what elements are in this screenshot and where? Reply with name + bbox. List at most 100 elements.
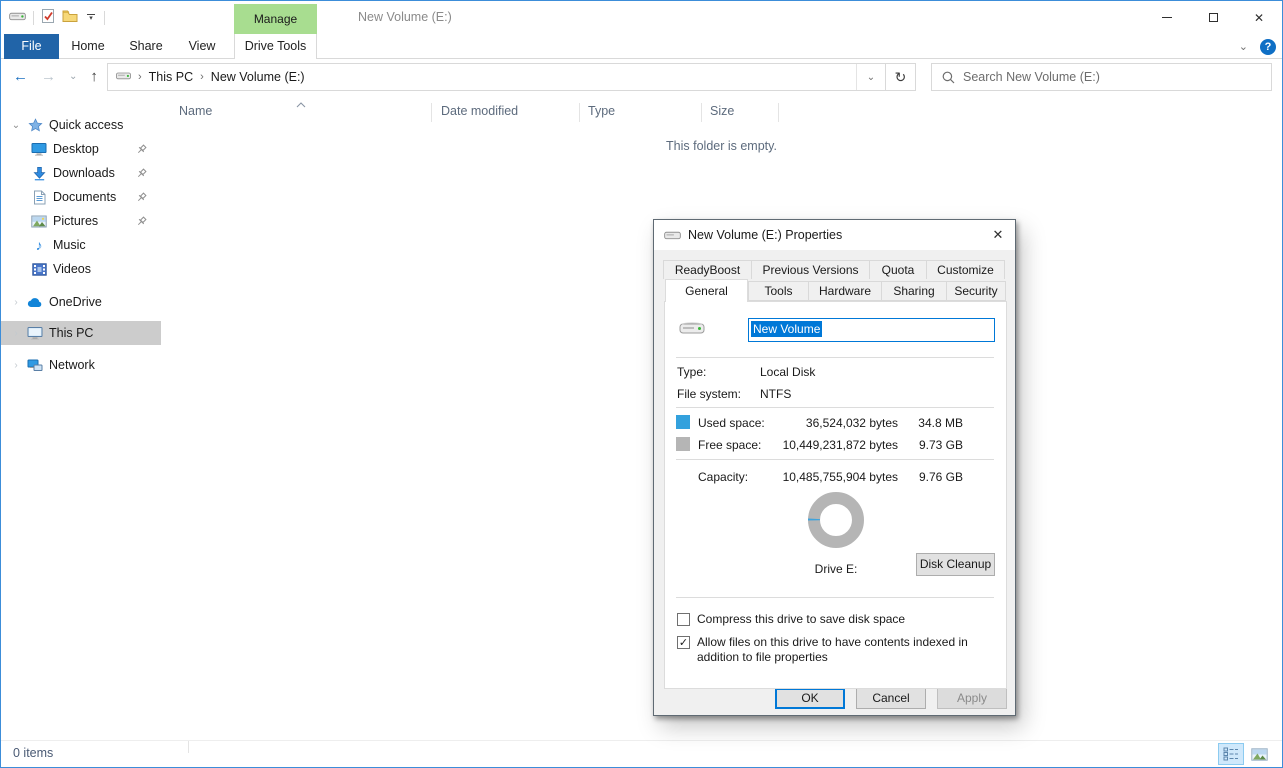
customize-toolbar-dropdown-icon[interactable]: ▾ xyxy=(85,14,97,21)
disk-usage-donut-chart xyxy=(804,488,868,555)
tab-quota[interactable]: Quota xyxy=(869,260,927,279)
up-button[interactable]: ↑ xyxy=(90,68,98,85)
index-checkbox[interactable]: ✓ xyxy=(677,636,690,649)
column-header-size[interactable]: Size xyxy=(710,104,734,118)
type-label: Type: xyxy=(677,365,706,379)
chevron-right-icon[interactable]: › xyxy=(10,328,22,339)
capacity-bytes: 10,485,755,904 bytes xyxy=(778,470,898,484)
dialog-tab-row-front: General Tools Hardware Sharing Security xyxy=(664,279,1007,301)
sidebar-item-music[interactable]: ♪ Music xyxy=(1,233,161,257)
maximize-button[interactable] xyxy=(1190,1,1236,34)
compress-checkbox-row: Compress this drive to save disk space xyxy=(677,612,1005,627)
recent-locations-icon[interactable]: ⌄ xyxy=(69,71,77,82)
details-view-button[interactable] xyxy=(1218,743,1244,765)
tab-general[interactable]: General xyxy=(665,279,748,302)
downloads-icon xyxy=(31,165,47,181)
apply-button: Apply xyxy=(937,688,1007,709)
pin-icon xyxy=(136,144,147,158)
explorer-window: ▾ Manage New Volume (E:) ✕ File Home Sha… xyxy=(0,0,1283,768)
sidebar-item-downloads[interactable]: Downloads xyxy=(1,161,161,185)
this-pc-icon xyxy=(27,325,43,341)
sidebar-item-network[interactable]: › Network xyxy=(1,353,161,377)
chevron-down-icon[interactable]: ⌄ xyxy=(10,120,22,131)
drive-letter-label: Drive E: xyxy=(776,562,896,576)
expand-ribbon-icon[interactable]: ⌄ xyxy=(1239,40,1248,53)
titlebar: ▾ Manage New Volume (E:) ✕ xyxy=(1,1,1282,34)
star-icon xyxy=(27,117,43,133)
tab-share[interactable]: Share xyxy=(117,34,175,59)
window-title: New Volume (E:) xyxy=(358,10,452,24)
chevron-right-icon[interactable]: › xyxy=(10,297,22,308)
sidebar-item-onedrive[interactable]: › OneDrive xyxy=(1,290,161,314)
videos-icon xyxy=(31,261,47,277)
general-tab-page: New Volume Type: Local Disk File system:… xyxy=(664,301,1007,689)
help-icon[interactable]: ? xyxy=(1260,39,1276,55)
ok-button[interactable]: OK xyxy=(775,688,845,709)
breadcrumb[interactable]: › This PC › New Volume (E:) ⌄ xyxy=(107,63,886,91)
breadcrumb-new-volume[interactable]: New Volume (E:) xyxy=(211,70,305,84)
tab-previous-versions[interactable]: Previous Versions xyxy=(751,260,870,279)
tab-file[interactable]: File xyxy=(4,34,59,59)
navigation-pane: ⌄ Quick access Desktop Downloads xyxy=(1,95,161,740)
pin-icon xyxy=(136,216,147,230)
drive-icon xyxy=(9,10,26,25)
sidebar-item-quick-access[interactable]: ⌄ Quick access xyxy=(1,113,161,137)
minimize-button[interactable] xyxy=(1144,1,1190,34)
index-checkbox-label: Allow files on this drive to have conten… xyxy=(697,635,1005,665)
tab-hardware[interactable]: Hardware xyxy=(808,281,882,301)
pictures-icon xyxy=(31,213,47,229)
column-header-type[interactable]: Type xyxy=(588,104,615,118)
back-button[interactable]: ← xyxy=(13,68,28,85)
toolbar-separator xyxy=(33,11,34,25)
tab-view[interactable]: View xyxy=(175,34,229,59)
address-dropdown-icon[interactable]: ⌄ xyxy=(857,72,885,83)
breadcrumb-separator: › xyxy=(193,71,211,83)
used-space-bytes: 36,524,032 bytes xyxy=(778,416,898,430)
new-folder-icon[interactable] xyxy=(62,9,78,26)
tab-sharing[interactable]: Sharing xyxy=(881,281,947,301)
network-icon xyxy=(27,357,43,373)
refresh-button[interactable]: ↻ xyxy=(886,63,916,91)
dialog-close-icon[interactable]: ✕ xyxy=(981,220,1015,250)
cancel-button[interactable]: Cancel xyxy=(856,688,926,709)
compress-checkbox[interactable] xyxy=(677,613,690,626)
search-icon xyxy=(942,71,955,84)
column-header-name[interactable]: Name xyxy=(179,104,212,118)
tab-readyboost[interactable]: ReadyBoost xyxy=(663,260,752,279)
documents-icon xyxy=(31,189,47,205)
sidebar-item-pictures[interactable]: Pictures xyxy=(1,209,161,233)
chevron-right-icon[interactable]: › xyxy=(10,360,22,371)
breadcrumb-separator: › xyxy=(131,71,149,83)
used-space-size: 34.8 MB xyxy=(901,416,963,430)
sidebar-item-documents[interactable]: Documents xyxy=(1,185,161,209)
free-space-bytes: 10,449,231,872 bytes xyxy=(778,438,898,452)
forward-button[interactable]: → xyxy=(41,68,56,85)
column-headers: Name Date modified Type Size xyxy=(161,101,1282,125)
sidebar-item-videos[interactable]: Videos xyxy=(1,257,161,281)
tab-drive-tools[interactable]: Drive Tools xyxy=(234,34,317,59)
status-bar: 0 items xyxy=(1,740,1282,766)
properties-dialog: New Volume (E:) Properties ✕ ReadyBoost … xyxy=(653,219,1016,716)
dialog-titlebar: New Volume (E:) Properties ✕ xyxy=(654,220,1015,250)
filesystem-value: NTFS xyxy=(760,387,791,401)
pin-icon xyxy=(136,168,147,182)
volume-label-input[interactable]: New Volume xyxy=(748,318,995,342)
free-space-size: 9.73 GB xyxy=(901,438,963,452)
properties-icon[interactable] xyxy=(41,8,55,27)
onedrive-icon xyxy=(27,294,43,310)
contextual-tab-group-manage: Manage xyxy=(234,4,317,34)
search-input[interactable] xyxy=(963,64,1271,90)
breadcrumb-this-pc[interactable]: This PC xyxy=(149,70,193,84)
tab-home[interactable]: Home xyxy=(59,34,117,59)
sidebar-item-desktop[interactable]: Desktop xyxy=(1,137,161,161)
tab-security[interactable]: Security xyxy=(946,281,1006,301)
drive-icon xyxy=(664,229,681,244)
close-button[interactable]: ✕ xyxy=(1236,1,1282,34)
tab-customize[interactable]: Customize xyxy=(926,260,1005,279)
sidebar-item-this-pc[interactable]: › This PC xyxy=(1,321,161,345)
tab-tools[interactable]: Tools xyxy=(748,281,809,301)
column-header-date-modified[interactable]: Date modified xyxy=(441,104,518,118)
disk-cleanup-button[interactable]: Disk Cleanup xyxy=(916,553,995,576)
used-space-label: Used space: xyxy=(698,416,765,430)
thumbnail-view-button[interactable] xyxy=(1246,743,1272,765)
